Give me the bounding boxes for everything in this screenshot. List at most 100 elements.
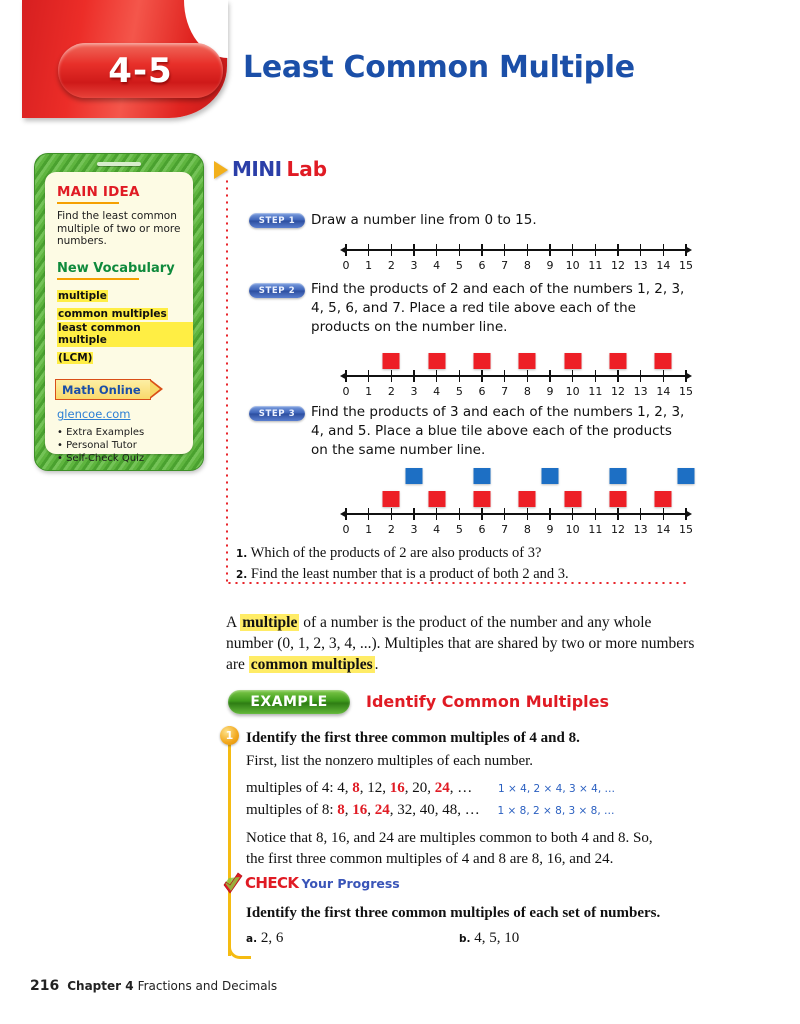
number-line-tick-label: 15 (679, 385, 693, 398)
step-2-text: Find the products of 2 and each of the n… (311, 281, 685, 335)
red-tile (473, 353, 491, 369)
number-line-tick (594, 370, 597, 382)
multiples-of-8-label: multiples of 8: (246, 802, 334, 818)
blue-tile (677, 468, 695, 484)
number-line-tick-label: 9 (546, 385, 554, 398)
highlighted-term-common-multiples: common multiples (248, 656, 375, 673)
question-text: Find the least number that is a product … (250, 566, 569, 582)
page-number: 216 (30, 978, 60, 994)
number-line-tick-label: 4 (433, 385, 441, 398)
number-line-tick (435, 244, 438, 256)
main-idea-body: Find the least common multiple of two or… (57, 210, 181, 248)
number-line-tick (617, 244, 619, 256)
red-tile (473, 491, 491, 507)
red-tile (428, 353, 446, 369)
minilab-question-2: 2. Find the least number that is a produ… (236, 566, 569, 583)
paragraph-text-a: A (226, 614, 241, 631)
number-line-tick (662, 244, 665, 256)
paragraph-text-c: . (374, 656, 379, 673)
number-line-axis (346, 375, 686, 377)
blue-tile (405, 468, 423, 484)
number-line-tick-label: 0 (342, 259, 350, 272)
chapter-title: Fractions and Decimals (137, 979, 278, 993)
number-line-tick (345, 244, 347, 256)
multiples-of-4-values: 4, 8, 12, 16, 20, 24, … (333, 780, 473, 796)
glencoe-link[interactable]: glencoe.com (57, 407, 193, 421)
sidebar-notch-decoration (97, 162, 141, 166)
number-line-tick-label: 0 (342, 385, 350, 398)
number-line-tick (435, 508, 438, 520)
check-item-a: a. 2, 6 (246, 928, 283, 950)
new-vocabulary-divider (57, 277, 139, 280)
number-line-tick-label: 10 (565, 259, 580, 272)
number-line-tick-label: 5 (455, 385, 463, 398)
red-tile (654, 353, 672, 369)
number-line-tick (549, 370, 551, 382)
number-line-tick (503, 244, 506, 256)
number-line-tick-label: 12 (611, 259, 625, 272)
list-item[interactable]: • Extra Examples (57, 426, 193, 439)
check-heading-check: CHECK (245, 874, 299, 892)
number-line-tick-label: 10 (565, 385, 580, 398)
check-item-a-label: a. (246, 933, 258, 945)
number-line-tick (345, 370, 347, 382)
number-line-tick (685, 508, 687, 520)
vocabulary-subterm: (LCM) (57, 352, 94, 365)
check-heading-your-progress: Your Progress (301, 876, 400, 891)
number-line-tick-label: 15 (679, 259, 693, 272)
number-line-tick-label: 3 (410, 523, 418, 536)
step-1-badge-label: STEP 1 (258, 215, 296, 226)
number-line-tick-label: 8 (523, 523, 531, 536)
list-item[interactable]: • Personal Tutor (57, 439, 193, 452)
check-item-b-text: 4, 5, 10 (474, 930, 520, 946)
number-line-tick-label: 1 (365, 385, 373, 398)
number-line-tick-label: 3 (410, 259, 418, 272)
number-line-tick-label: 6 (478, 385, 486, 398)
number-line-tick-label: 13 (633, 259, 648, 272)
math-online-banner[interactable]: Math Online (55, 379, 163, 401)
number-line-tick (390, 244, 393, 256)
number-line-tick-label: 4 (433, 523, 441, 536)
number-line-tick-label: 14 (656, 385, 671, 398)
number-line-tick (458, 244, 461, 256)
minilab-vertical-divider (226, 178, 228, 586)
list-item[interactable]: • Self-Check Quiz (57, 452, 193, 465)
number-line-tick (617, 508, 619, 520)
check-your-progress-heading: CHECK Your Progress (245, 874, 400, 892)
lesson-number-badge: 4-5 (58, 43, 223, 98)
example-badge-label: EXAMPLE (250, 694, 328, 710)
check-item-a-text: 2, 6 (260, 930, 284, 946)
number-line-tick (413, 244, 415, 256)
number-line-tick (549, 244, 551, 256)
number-line-tick-label: 11 (588, 523, 603, 536)
question-number: 1. (236, 548, 248, 560)
number-line-tick-label: 2 (387, 523, 395, 536)
number-line-tick-label: 7 (501, 385, 509, 398)
example-badge: EXAMPLE (228, 690, 350, 714)
number-line-tick (435, 370, 438, 382)
example-accent-bar (228, 726, 231, 956)
step-2-badge: STEP 2 (249, 283, 305, 298)
number-line-tick-label: 2 (387, 385, 395, 398)
main-idea-divider (57, 202, 119, 204)
number-line-tick (526, 508, 529, 520)
example-conclusion-line-2: the first three common multiples of 4 an… (246, 851, 614, 867)
number-line-tick-label: 8 (523, 385, 531, 398)
number-line-tick (503, 370, 506, 382)
red-tile (382, 353, 400, 369)
number-line-tick-label: 15 (679, 523, 693, 536)
example-conclusion-line-1: Notice that 8, 16, and 24 are multiples … (246, 830, 653, 846)
number-line-tick-label: 2 (387, 259, 395, 272)
minilab-heading-lab: Lab (286, 157, 328, 181)
vocabulary-term: common multiples (57, 307, 168, 321)
number-line-tick (413, 508, 415, 520)
number-line-tick (503, 508, 506, 520)
blue-tile (541, 468, 559, 484)
number-line-tick (526, 244, 529, 256)
arrow-right-inner-icon (150, 381, 160, 398)
example-multiples-row-1: multiples of 4: 4, 8, 12, 16, 20, 24, … … (246, 778, 615, 800)
red-tile (518, 353, 536, 369)
number-line-tick (367, 370, 370, 382)
check-item-b: b. 4, 5, 10 (459, 928, 519, 950)
number-line-tick-label: 1 (365, 523, 373, 536)
